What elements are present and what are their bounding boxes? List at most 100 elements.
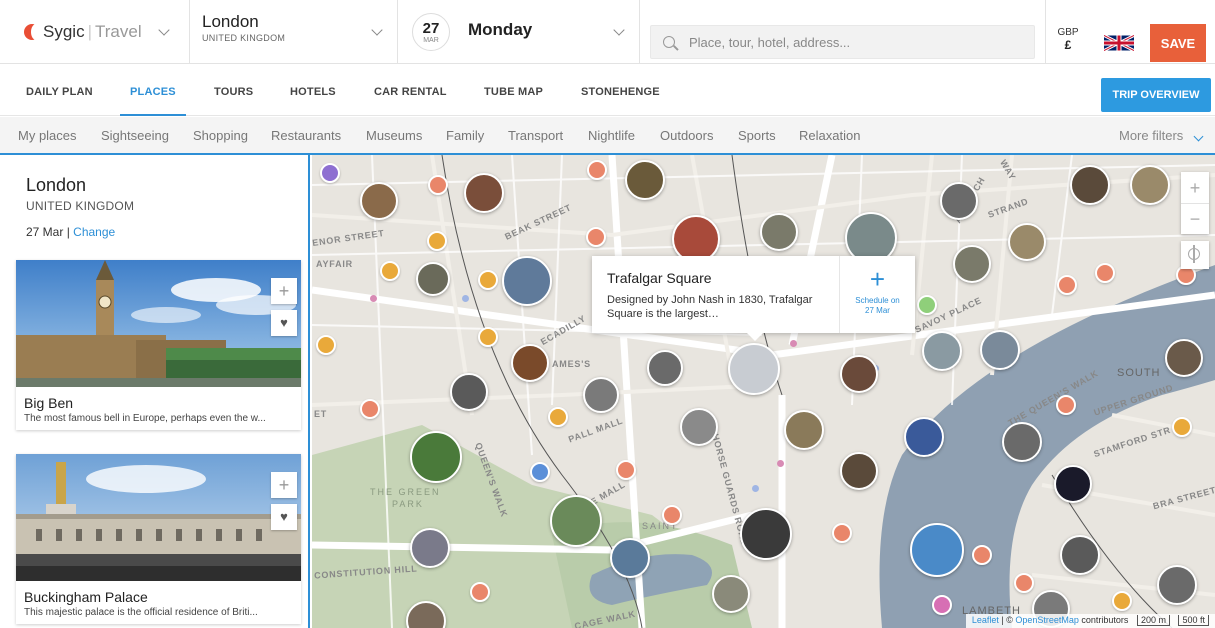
add-to-plan-button[interactable]: + xyxy=(271,278,297,304)
save-button[interactable]: SAVE xyxy=(1150,24,1206,62)
poi-dot[interactable] xyxy=(530,462,550,482)
poi-photo[interactable] xyxy=(940,182,978,220)
tab-places[interactable]: PLACES xyxy=(120,86,186,116)
poi-dot[interactable] xyxy=(587,160,607,180)
tab-car-rental[interactable]: CAR RENTAL xyxy=(374,86,447,116)
poi-photo[interactable] xyxy=(1165,339,1203,377)
poi-photo[interactable] xyxy=(550,495,602,547)
place-card[interactable]: + ♥ Big Ben The most famous bell in Euro… xyxy=(16,260,301,430)
popup-title[interactable]: Trafalgar Square xyxy=(607,270,712,286)
favorite-heart-icon[interactable]: ♥ xyxy=(271,310,297,336)
poi-dot[interactable] xyxy=(1172,417,1192,437)
zoom-out-button[interactable]: − xyxy=(1181,203,1209,234)
filter-museums[interactable]: Museums xyxy=(366,128,422,143)
city-map[interactable]: BEAK STREET ENOR STREET AYFAIR ECADILLY … xyxy=(312,155,1215,628)
poi-dot[interactable] xyxy=(320,163,340,183)
zoom-in-button[interactable]: + xyxy=(1181,172,1209,203)
poi-photo[interactable] xyxy=(1002,422,1042,462)
poi-photo[interactable] xyxy=(1070,165,1110,205)
poi-photo[interactable] xyxy=(1008,223,1046,261)
place-card[interactable]: + ♥ Buckingham Palace This majestic pala… xyxy=(16,454,301,624)
poi-trafalgar-photo[interactable] xyxy=(728,343,780,395)
poi-dot[interactable] xyxy=(1112,591,1132,611)
poi-photo[interactable] xyxy=(760,213,798,251)
poi-dot[interactable] xyxy=(316,335,336,355)
poi-photo[interactable] xyxy=(464,173,504,213)
poi-dot[interactable] xyxy=(470,582,490,602)
date-selector[interactable]: 27 MAR Monday xyxy=(398,0,640,64)
poi-photo[interactable] xyxy=(1054,465,1092,503)
poi-photo[interactable] xyxy=(840,452,878,490)
poi-photo[interactable] xyxy=(610,538,650,578)
uk-flag-icon[interactable] xyxy=(1104,32,1134,54)
poi-photo[interactable] xyxy=(410,431,462,483)
filter-restaurants[interactable]: Restaurants xyxy=(271,128,341,143)
filter-outdoors[interactable]: Outdoors xyxy=(660,128,713,143)
poi-photo[interactable] xyxy=(1157,565,1197,605)
poi-photo[interactable] xyxy=(712,575,750,613)
filter-relaxation[interactable]: Relaxation xyxy=(799,128,860,143)
poi-photo[interactable] xyxy=(980,330,1020,370)
poi-dot[interactable] xyxy=(917,295,937,315)
poi-dot[interactable] xyxy=(972,545,992,565)
search-input[interactable] xyxy=(689,34,1009,50)
poi-photo[interactable] xyxy=(904,417,944,457)
currency-selector[interactable]: GBP £ xyxy=(1045,0,1090,64)
poi-dot[interactable] xyxy=(548,407,568,427)
poi-dot[interactable] xyxy=(832,523,852,543)
poi-dot[interactable] xyxy=(932,595,952,615)
locate-crosshair-icon[interactable] xyxy=(1181,241,1209,269)
poi-photo[interactable] xyxy=(583,377,619,413)
poi-photo[interactable] xyxy=(1130,165,1170,205)
poi-photo[interactable] xyxy=(647,350,683,386)
poi-dot[interactable] xyxy=(1056,395,1076,415)
filter-nightlife[interactable]: Nightlife xyxy=(588,128,635,143)
schedule-button[interactable]: + Schedule on 27 Mar xyxy=(839,256,915,333)
brand-selector[interactable]: Sygic | Travel xyxy=(0,0,190,64)
tab-tours[interactable]: TOURS xyxy=(214,86,253,116)
poi-dot[interactable] xyxy=(662,505,682,525)
poi-dot[interactable] xyxy=(1095,263,1115,283)
poi-photo[interactable] xyxy=(840,355,878,393)
tab-daily-plan[interactable]: DAILY PLAN xyxy=(26,86,93,116)
poi-photo[interactable] xyxy=(360,182,398,220)
poi-dot[interactable] xyxy=(478,327,498,347)
poi-photo[interactable] xyxy=(922,331,962,371)
poi-photo[interactable] xyxy=(680,408,718,446)
city-selector[interactable]: London UNITED KINGDOM xyxy=(190,0,398,64)
favorite-heart-icon[interactable]: ♥ xyxy=(271,504,297,530)
filter-family[interactable]: Family xyxy=(446,128,484,143)
osm-link[interactable]: OpenStreetMap xyxy=(1015,615,1079,625)
poi-photo[interactable] xyxy=(416,262,450,296)
poi-dot[interactable] xyxy=(380,261,400,281)
filter-transport[interactable]: Transport xyxy=(508,128,563,143)
poi-dot[interactable] xyxy=(586,227,606,247)
poi-dot[interactable] xyxy=(1057,275,1077,295)
change-date-link[interactable]: Change xyxy=(73,225,115,239)
poi-photo[interactable] xyxy=(625,160,665,200)
filter-my-places[interactable]: My places xyxy=(18,128,77,143)
tab-hotels[interactable]: HOTELS xyxy=(290,86,336,116)
poi-dot[interactable] xyxy=(616,460,636,480)
poi-photo[interactable] xyxy=(953,245,991,283)
poi-photo[interactable] xyxy=(410,528,450,568)
poi-dot[interactable] xyxy=(428,175,448,195)
poi-dot[interactable] xyxy=(360,399,380,419)
poi-photo[interactable] xyxy=(511,344,549,382)
filter-shopping[interactable]: Shopping xyxy=(193,128,248,143)
poi-photo[interactable] xyxy=(784,410,824,450)
trip-overview-button[interactable]: TRIP OVERVIEW xyxy=(1101,78,1211,112)
poi-dot[interactable] xyxy=(478,270,498,290)
poi-photo[interactable] xyxy=(450,373,488,411)
poi-dot[interactable] xyxy=(427,231,447,251)
add-to-plan-button[interactable]: + xyxy=(271,472,297,498)
leaflet-link[interactable]: Leaflet xyxy=(972,615,999,625)
tab-tube-map[interactable]: TUBE MAP xyxy=(484,86,543,116)
poi-london-eye-photo[interactable] xyxy=(910,523,964,577)
poi-photo[interactable] xyxy=(1060,535,1100,575)
poi-dot[interactable] xyxy=(1014,573,1034,593)
tab-stonehenge[interactable]: STONEHENGE xyxy=(581,86,660,116)
poi-photo[interactable] xyxy=(502,256,552,306)
filter-sports[interactable]: Sports xyxy=(738,128,776,143)
more-filters-dropdown[interactable]: More filters xyxy=(1119,128,1204,143)
